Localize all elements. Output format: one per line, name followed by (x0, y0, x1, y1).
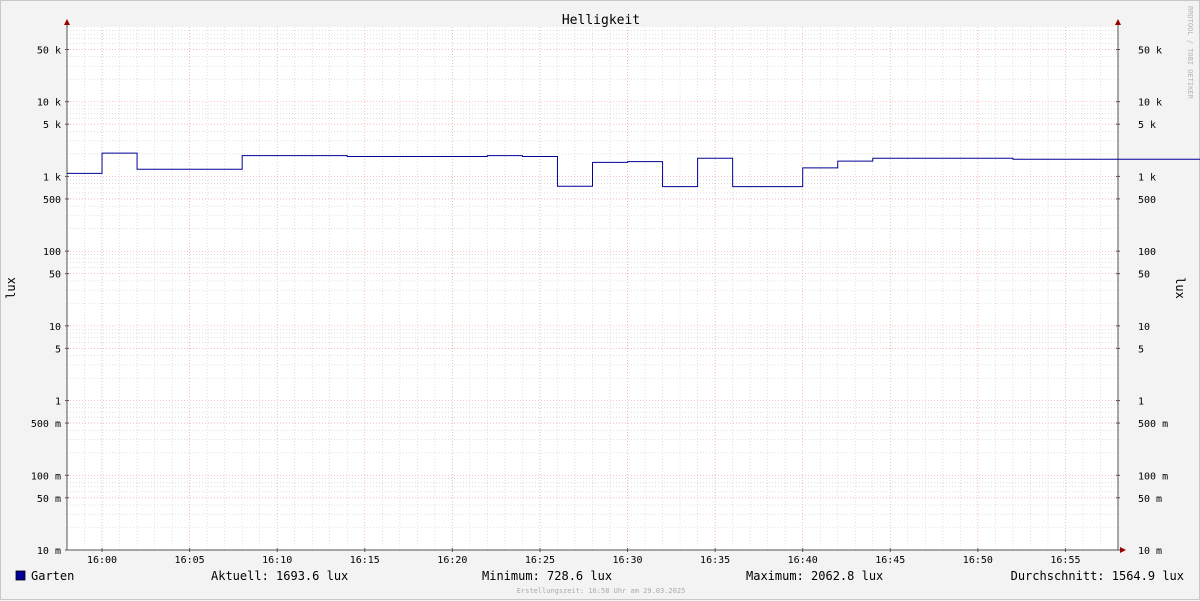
y-tick-label-left: 50 m (37, 494, 61, 505)
y-tick-label-left: 100 m (31, 471, 61, 482)
legend-average: Durchschnitt: 1564.9 lux (1011, 569, 1184, 583)
y-tick-label-right: 100 m (1138, 471, 1168, 482)
legend-maximum: Maximum: 2062.8 lux (746, 569, 883, 583)
y-tick-label-right: 500 (1138, 195, 1156, 206)
y-tick-label-left: 50 k (37, 45, 61, 56)
y-tick-label-left: 5 k (43, 120, 61, 131)
y-tick-label-right: 50 m (1138, 494, 1162, 505)
x-tick-label: 16:05 (175, 555, 205, 566)
x-axis-arrow (1120, 547, 1126, 553)
y-tick-label-right: 50 (1138, 270, 1150, 281)
x-tick-label: 16:25 (525, 555, 555, 566)
y-tick-label-left: 100 (43, 247, 61, 258)
y-tick-label-left: 1 (55, 397, 61, 408)
x-tick-label: 16:20 (437, 555, 467, 566)
y-tick-label-left: 500 m (31, 419, 61, 430)
y-tick-label-right: 10 (1138, 322, 1150, 333)
y-axis-arrow-right (1115, 19, 1121, 25)
legend-minimum: Minimum: 728.6 lux (482, 569, 612, 583)
y-axis-label-right: lux (1173, 277, 1187, 299)
x-tick-label: 16:15 (350, 555, 380, 566)
x-tick-label: 16:40 (788, 555, 818, 566)
y-tick-label-right: 1 (1138, 397, 1144, 408)
x-tick-label: 16:10 (262, 555, 292, 566)
x-tick-label: 16:55 (1050, 555, 1080, 566)
legend-swatch-garten (15, 570, 26, 581)
grid-lines (67, 27, 1118, 551)
creation-time-credit: Erstellungszeit: 16:58 Uhr am 29.03.2025 (517, 587, 686, 595)
legend-current: Aktuell: 1693.6 lux (211, 569, 348, 583)
y-tick-label-right: 1 k (1138, 172, 1156, 183)
x-tick-label: 16:30 (612, 555, 642, 566)
x-tick-label: 16:00 (87, 555, 117, 566)
chart-title: Helligkeit (562, 13, 640, 28)
y-tick-label-left: 10 (49, 322, 61, 333)
chart-frame: 50 k 50 k 10 k 10 k 5 k 5 k 1 k 1 k 500 500 100 100… (0, 0, 1200, 600)
y-tick-label-right: 5 k (1138, 120, 1156, 131)
y-tick-label-right: 5 (1138, 344, 1144, 355)
y-tick-label-right: 500 m (1138, 419, 1168, 430)
y-tick-label-right: 10 m (1138, 546, 1162, 557)
y-tick-label-left: 50 (49, 270, 61, 281)
y-tick-label-right: 10 k (1138, 98, 1162, 109)
watermark: RRDTOOL / TOBI OETIKER (1186, 6, 1194, 100)
x-tick-labels: 16:00 16:05 16:10 16:15 16:20 16:25 16:30 16:35… (87, 548, 1081, 566)
y-tick-label-left: 1 k (43, 172, 61, 183)
x-tick-label: 16:50 (963, 555, 993, 566)
y-tick-label-left: 10 k (37, 98, 61, 109)
y-tick-label-left: 500 (43, 195, 61, 206)
x-tick-label: 16:45 (875, 555, 905, 566)
y-tick-label-left: 5 (55, 344, 61, 355)
legend-series-name: Garten (31, 569, 74, 583)
y-tick-label-left: 10 m (37, 546, 61, 557)
y-tick-label-right: 50 k (1138, 45, 1162, 56)
y-axis-arrow-left (64, 19, 70, 25)
y-tick-label-right: 100 (1138, 247, 1156, 258)
chart-svg: 50 k 50 k 10 k 10 k 5 k 5 k 1 k 1 k 500 500 100 100… (4, 6, 1200, 595)
y-axis-label-left: lux (4, 277, 18, 299)
x-tick-label: 16:35 (700, 555, 730, 566)
